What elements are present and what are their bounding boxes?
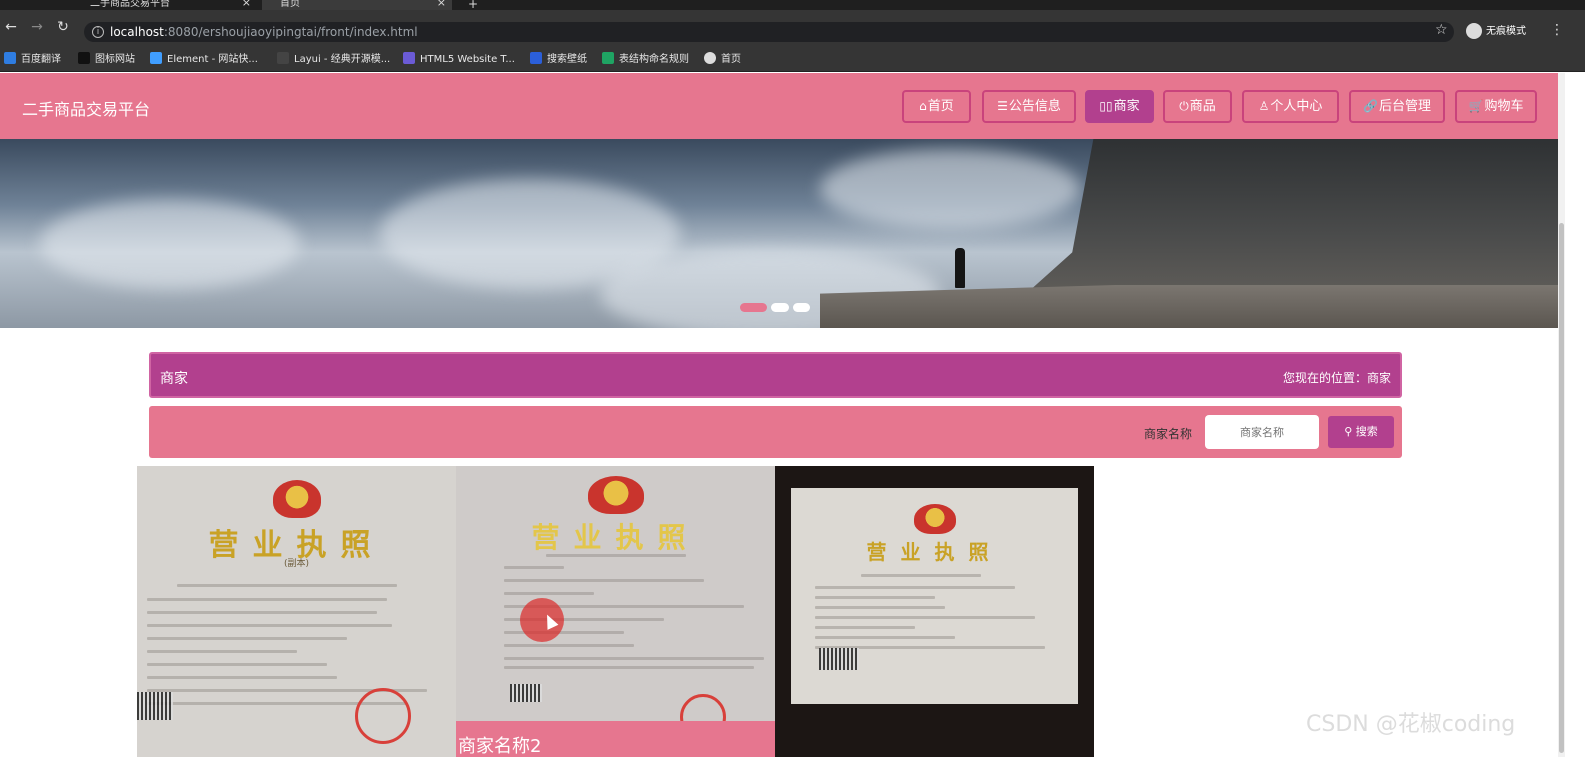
reload-icon[interactable]: ↻ bbox=[54, 18, 72, 36]
bookmark-item[interactable]: 首页 bbox=[704, 52, 741, 67]
cart-icon: 🛒 bbox=[1468, 99, 1484, 113]
watermark: CSDN @花椒coding bbox=[1306, 712, 1516, 737]
url-path: :8080/ershoujiaoyipingtai/front/index.ht… bbox=[163, 25, 418, 39]
incognito-avatar-icon bbox=[1466, 23, 1482, 39]
search-bar: 商家名称 ⚲ 搜索 bbox=[149, 406, 1402, 458]
home-icon: ⌂ bbox=[919, 99, 927, 113]
bookmark-item[interactable]: HTML5 Website T... bbox=[403, 52, 515, 67]
bookmark-item[interactable]: 表结构命名规则 bbox=[602, 52, 689, 67]
carousel-dot-3[interactable] bbox=[793, 303, 810, 312]
nav-products[interactable]: ⏻商品 bbox=[1163, 90, 1232, 123]
business-license-image: 营业执照 (副本) bbox=[137, 466, 456, 757]
nav-admin[interactable]: 🔗后台管理 bbox=[1349, 90, 1445, 123]
merchant-name-caption[interactable]: 商家名称2 bbox=[456, 721, 775, 757]
merchant-card[interactable]: 营业执照 (副本) bbox=[137, 466, 456, 757]
url-host: localhost bbox=[110, 25, 164, 39]
bookmark-item[interactable]: 搜索壁纸 bbox=[530, 52, 587, 67]
emblem-icon bbox=[587, 476, 644, 514]
bookmark-item[interactable]: 百度翻译 bbox=[4, 52, 61, 67]
incognito-indicator[interactable]: 无痕模式 bbox=[1466, 22, 1526, 42]
bookmark-item[interactable]: Element - 网站快... bbox=[150, 52, 258, 67]
incognito-label: 无痕模式 bbox=[1486, 26, 1526, 37]
qr-code-icon bbox=[819, 648, 859, 670]
banner-cloud bbox=[40, 199, 300, 289]
browser-tab-home[interactable]: 首页 × bbox=[262, 0, 452, 10]
search-label: 商家名称 bbox=[1144, 427, 1193, 441]
site-title: 二手商品交易平台 bbox=[22, 100, 151, 119]
back-arrow-icon[interactable]: ← bbox=[2, 18, 20, 36]
element-icon bbox=[150, 52, 162, 64]
page-title: 商家 bbox=[160, 371, 188, 387]
translate-icon bbox=[4, 52, 16, 64]
tab-title: 二手商品交易平台 bbox=[90, 0, 170, 9]
scrollbar-thumb[interactable] bbox=[1559, 223, 1564, 753]
browser-tab-platform[interactable]: 二手商品交易平台 × bbox=[72, 0, 257, 10]
user-icon: ♙ bbox=[1258, 99, 1270, 113]
nav-home[interactable]: ⌂首页 bbox=[902, 90, 971, 123]
carousel-dot-1[interactable] bbox=[740, 303, 767, 312]
emblem-icon bbox=[272, 480, 321, 518]
banner-ledge bbox=[820, 285, 1558, 328]
merchant-name-input[interactable] bbox=[1205, 415, 1319, 449]
power-icon: ⏻ bbox=[1179, 99, 1189, 113]
qr-code-icon bbox=[137, 692, 173, 720]
tab-close-icon[interactable]: × bbox=[437, 0, 446, 8]
info-icon[interactable]: i bbox=[92, 26, 104, 38]
tab-title: 首页 bbox=[280, 0, 300, 9]
carousel-dot-2[interactable] bbox=[771, 303, 789, 312]
flag-icon bbox=[78, 52, 90, 64]
globe-icon bbox=[704, 52, 716, 64]
search-icon: ⚲ bbox=[1344, 425, 1356, 438]
qr-code-icon bbox=[510, 684, 542, 702]
html5-icon bbox=[403, 52, 415, 64]
breadcrumb-location: 您现在的位置：商家 bbox=[1282, 371, 1391, 385]
columns-icon: ▯▯ bbox=[1099, 99, 1113, 113]
browser-tab-globe[interactable] bbox=[0, 0, 30, 10]
merchant-card[interactable]: 营业执照 商家名称2 bbox=[456, 466, 775, 757]
nav-profile[interactable]: ♙个人中心 bbox=[1242, 90, 1339, 123]
bookmark-item[interactable]: 图标网站 bbox=[78, 52, 135, 67]
tab-close-icon[interactable]: × bbox=[242, 0, 251, 8]
nav-merchants[interactable]: ▯▯商家 bbox=[1085, 90, 1154, 123]
link-icon: 🔗 bbox=[1363, 99, 1378, 113]
banner-cloud bbox=[820, 149, 1080, 229]
business-license-image: 营业执照 bbox=[791, 488, 1078, 704]
menu-kebab-icon[interactable]: ⋮ bbox=[1550, 22, 1564, 38]
url-field[interactable]: i localhost:8080/ershoujiaoyipingtai/fro… bbox=[84, 22, 1454, 42]
forward-arrow-icon[interactable]: → bbox=[28, 18, 46, 36]
new-tab-plus-icon[interactable]: + bbox=[462, 0, 482, 10]
business-license-image: 营业执照 bbox=[456, 466, 775, 757]
bookmark-star-icon[interactable]: ☆ bbox=[1435, 22, 1448, 38]
nav-announcements[interactable]: ☰公告信息 bbox=[982, 90, 1076, 123]
banner-person bbox=[955, 248, 965, 288]
merchant-card[interactable]: 营业执照 bbox=[775, 466, 1094, 757]
wallpaper-icon bbox=[530, 52, 542, 64]
nav-cart[interactable]: 🛒购物车 bbox=[1455, 90, 1537, 123]
layui-icon bbox=[277, 52, 289, 64]
sheet-icon bbox=[602, 52, 614, 64]
bookmark-item[interactable]: Layui - 经典开源模... bbox=[277, 52, 390, 67]
layers-icon: ☰ bbox=[997, 99, 1008, 113]
search-button[interactable]: ⚲ 搜索 bbox=[1328, 416, 1394, 448]
official-seal-icon bbox=[355, 688, 411, 744]
breadcrumb-bar: 商家 您现在的位置：商家 bbox=[149, 352, 1402, 398]
emblem-icon bbox=[913, 504, 956, 534]
page-scrollbar[interactable] bbox=[1558, 73, 1565, 757]
